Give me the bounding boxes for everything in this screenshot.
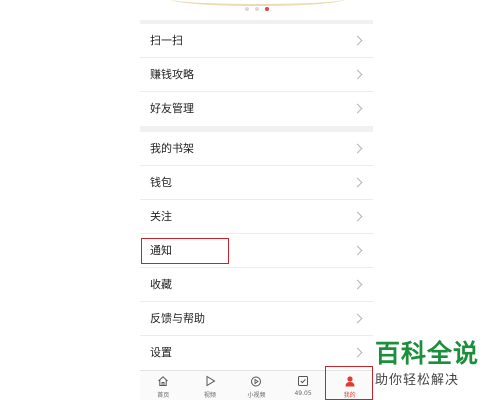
chevron-right-icon: [352, 35, 363, 46]
carousel-dot-active[interactable]: [264, 7, 269, 11]
menu-item-earning-guide[interactable]: 赚钱攻略: [140, 58, 373, 92]
menu-item-label: 钱包: [150, 176, 172, 189]
short-video-icon: [251, 376, 262, 387]
chevron-right-icon: [352, 177, 363, 188]
menu-item-label: 扫一扫: [150, 34, 183, 47]
watermark-subtitle: 助你轻松解决: [375, 373, 460, 388]
chevron-right-icon: [352, 103, 363, 114]
tab-short-video[interactable]: 小视频: [233, 371, 280, 400]
banner-decoration: [170, 0, 345, 6]
carousel-dot[interactable]: [244, 7, 249, 11]
tab-home[interactable]: 首页: [140, 371, 187, 400]
carousel-dot[interactable]: [254, 7, 259, 11]
chevron-right-icon: [352, 211, 363, 222]
tab-label: 首页: [157, 392, 170, 399]
tab-label: 49.05: [294, 390, 312, 397]
play-icon: [206, 375, 216, 387]
menu-item-label: 赚钱攻略: [150, 68, 194, 81]
tab-video[interactable]: 视频: [187, 371, 234, 400]
menu-item-label: 关注: [150, 210, 172, 223]
menu-item-wallet[interactable]: 钱包: [140, 166, 373, 200]
phone-screen: 扫一扫 赚钱攻略 好友管理 我的书架 钱包 关注 通知 收藏 反馈与帮助 设置 …: [140, 0, 373, 400]
chevron-right-icon: [352, 347, 363, 358]
tab-label: 小视频: [247, 392, 266, 399]
menu-item-bookshelf[interactable]: 我的书架: [140, 132, 373, 166]
task-check-icon: [298, 376, 309, 386]
chevron-right-icon: [352, 69, 363, 80]
menu-item-settings[interactable]: 设置: [140, 336, 373, 370]
mine-tab-highlight-box: [325, 366, 373, 400]
menu-item-label: 我的书架: [150, 142, 194, 155]
menu-item-favorites[interactable]: 收藏: [140, 268, 373, 302]
menu-item-following[interactable]: 关注: [140, 200, 373, 234]
banner-carousel[interactable]: [140, 0, 373, 20]
tab-tasks[interactable]: 49.05: [280, 371, 327, 400]
watermark-logo: 百科全说 助你轻松解决: [375, 338, 500, 391]
menu-item-label: 设置: [150, 346, 172, 359]
chevron-right-icon: [352, 279, 363, 290]
menu-item-feedback-help[interactable]: 反馈与帮助: [140, 302, 373, 336]
chevron-right-icon: [352, 245, 363, 256]
menu-item-label: 反馈与帮助: [150, 312, 205, 325]
home-icon: [158, 376, 169, 386]
menu-group-tools: 扫一扫 赚钱攻略 好友管理: [140, 24, 373, 126]
chevron-right-icon: [352, 313, 363, 324]
notification-highlight-box: [141, 238, 229, 264]
menu-item-scan[interactable]: 扫一扫: [140, 24, 373, 58]
menu-item-friend-management[interactable]: 好友管理: [140, 92, 373, 126]
chevron-right-icon: [352, 143, 363, 154]
watermark-title: 百科全说: [375, 339, 480, 368]
carousel-indicator: [140, 7, 373, 11]
menu-item-label: 收藏: [150, 278, 172, 291]
menu-item-label: 好友管理: [150, 102, 194, 115]
tab-label: 视频: [203, 392, 216, 399]
